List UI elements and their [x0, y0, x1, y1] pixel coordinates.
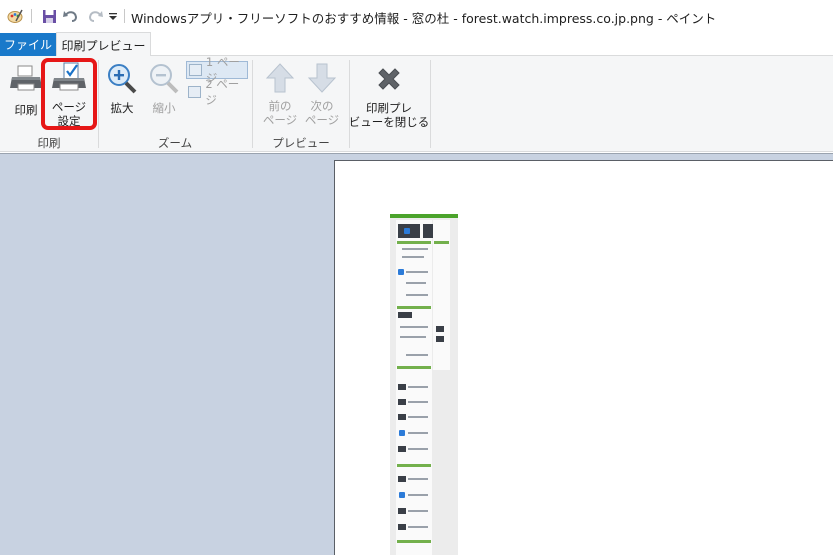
zoom-out-button[interactable]: 縮小: [145, 62, 183, 115]
zoom-in-icon: [105, 62, 139, 99]
thumbnail-block: [436, 336, 444, 342]
previous-page-label: 前の ページ: [262, 99, 298, 127]
thumbnail-block: [398, 384, 406, 390]
thumbnail-line: [397, 366, 431, 369]
thumbnail-block: [436, 326, 444, 332]
thumbnail-block: [423, 224, 433, 238]
paint-app-icon[interactable]: [6, 7, 24, 25]
thumbnail-line: [400, 326, 428, 328]
workspace-border: [0, 153, 833, 154]
zoom-out-icon: [147, 62, 181, 99]
thumbnail-line: [406, 271, 428, 273]
title-bar: Windowsアプリ・フリーソフトのおすすめ情報 - 窓の杜 - forest.…: [0, 0, 833, 32]
thumbnail-line: [408, 526, 428, 528]
preview-group-label: プレビュー: [272, 136, 330, 150]
thumbnail-line: [406, 282, 426, 284]
thumbnail-line: [406, 294, 428, 296]
divider: [31, 9, 32, 23]
thumbnail-line: [408, 478, 428, 480]
printer-icon: [9, 64, 43, 99]
next-page-label: 次の ページ: [304, 99, 340, 127]
thumbnail-line: [397, 306, 431, 309]
redo-icon[interactable]: [86, 7, 104, 25]
two-pages-label: 2 ページ: [205, 77, 240, 107]
thumbnail-line: [397, 464, 431, 467]
zoom-in-label: 拡大: [110, 101, 134, 115]
thumbnail-line: [397, 540, 431, 543]
print-button[interactable]: 印刷: [6, 64, 46, 117]
one-page-icon: [189, 64, 202, 76]
close-print-preview-button[interactable]: 印刷プレ ビューを閉じる: [349, 64, 429, 129]
thumbnail-header-bar: [390, 214, 458, 218]
thumbnail-block: [398, 414, 406, 420]
save-icon[interactable]: [40, 7, 58, 25]
annotation-highlight-box: [41, 58, 97, 130]
close-print-preview-label: 印刷プレ ビューを閉じる: [348, 101, 430, 129]
next-page-button[interactable]: 次の ページ: [301, 62, 343, 127]
print-button-label: 印刷: [14, 103, 38, 117]
thumbnail-block: [404, 228, 410, 234]
two-pages-button[interactable]: 2 ページ: [186, 77, 248, 107]
thumbnail-line: [397, 241, 431, 244]
thumbnail-block: [398, 508, 406, 514]
thumbnail-block: [398, 269, 404, 275]
thumbnail-line: [402, 256, 424, 258]
thumbnail-line: [408, 494, 428, 496]
thumbnail-line: [408, 432, 428, 434]
group-separator: [430, 60, 431, 148]
thumbnail-line: [408, 386, 428, 388]
window-title: Windowsアプリ・フリーソフトのおすすめ情報 - 窓の杜 - forest.…: [131, 11, 717, 26]
previous-page-button[interactable]: 前の ページ: [259, 62, 301, 127]
ribbon: 印刷 ページ 設定 印刷 拡大 縮小 1 ページ 2 ページ ズーム 前の ペー…: [0, 55, 833, 152]
thumbnail-line: [408, 401, 428, 403]
arrow-down-icon: [307, 62, 337, 97]
customize-dropdown-icon[interactable]: [106, 7, 120, 25]
zoom-out-label: 縮小: [152, 101, 176, 115]
thumbnail-block: [398, 446, 406, 452]
zoom-in-button[interactable]: 拡大: [103, 62, 141, 115]
thumbnail-block: [398, 312, 412, 318]
undo-icon[interactable]: [62, 7, 80, 25]
thumbnail-block: [399, 430, 405, 436]
tab-print-preview[interactable]: 印刷プレビュー: [56, 32, 151, 57]
divider: [124, 9, 125, 23]
tab-file[interactable]: ファイル: [0, 33, 56, 56]
zoom-group-label: ズーム: [157, 136, 193, 150]
thumbnail-block: [398, 476, 406, 482]
thumbnail-line: [402, 248, 428, 250]
two-pages-icon: [188, 86, 202, 98]
close-icon: [374, 64, 404, 97]
page-content-thumbnail: [390, 214, 458, 555]
thumbnail-line: [406, 354, 428, 356]
thumbnail-line: [400, 336, 426, 338]
thumbnail-block: [398, 399, 406, 405]
arrow-up-icon: [265, 62, 295, 97]
thumbnail-line: [408, 510, 428, 512]
print-group-label: 印刷: [37, 136, 61, 150]
thumbnail-line: [434, 241, 449, 244]
thumbnail-line: [408, 448, 428, 450]
thumbnail-line: [408, 416, 428, 418]
thumbnail-block: [399, 492, 405, 498]
thumbnail-block: [398, 524, 406, 530]
ribbon-tab-row: ファイル 印刷プレビュー: [0, 32, 833, 57]
